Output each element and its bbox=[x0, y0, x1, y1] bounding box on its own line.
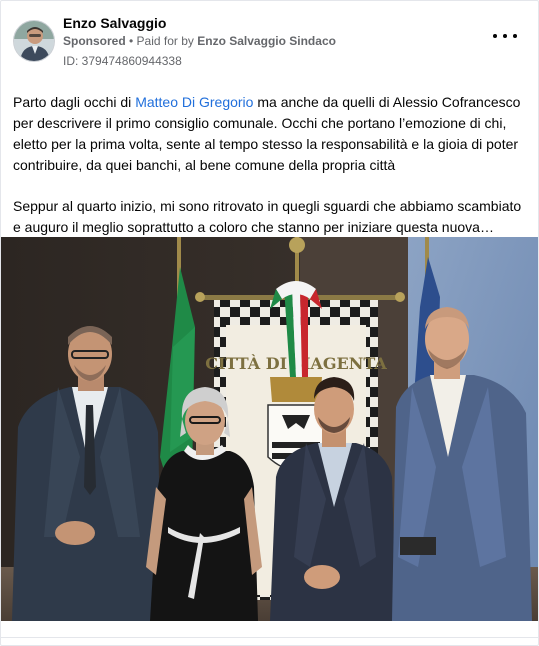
ad-id: ID: 379474860944338 bbox=[63, 54, 182, 68]
sponsored-post-card: Enzo Salvaggio Sponsored • Paid for by E… bbox=[0, 0, 539, 646]
more-horizontal-icon-dot bbox=[513, 34, 517, 38]
more-options-button[interactable] bbox=[493, 28, 517, 44]
group-photo-image: CITTÀ DI MAGENTA bbox=[0, 237, 539, 621]
author-name[interactable]: Enzo Salvaggio bbox=[63, 15, 166, 31]
paid-for-by-link[interactable]: Enzo Salvaggio Sindaco bbox=[197, 34, 336, 48]
sponsor-line: Sponsored • Paid for by Enzo Salvaggio S… bbox=[63, 34, 336, 48]
post-photo[interactable]: CITTÀ DI MAGENTA bbox=[0, 237, 539, 621]
paid-for-prefix: Paid for by bbox=[136, 34, 198, 48]
mention-link[interactable]: Matteo Di Gregorio bbox=[135, 94, 253, 110]
post-paragraph-1: Parto dagli occhi di Matteo Di Gregorio … bbox=[13, 92, 529, 176]
author-avatar[interactable] bbox=[13, 20, 55, 62]
avatar-photo-icon bbox=[14, 21, 54, 61]
meta-separator: • bbox=[125, 34, 137, 48]
post-text: Parto dagli occhi di Matteo Di Gregorio … bbox=[13, 92, 529, 238]
more-horizontal-icon-dot bbox=[503, 34, 507, 38]
more-horizontal-icon bbox=[493, 34, 497, 38]
sponsored-label[interactable]: Sponsored bbox=[63, 34, 126, 48]
paragraph-1-start: Parto dagli occhi di bbox=[13, 94, 136, 110]
post-paragraph-2: Seppur al quarto inizio, mi sono ritrova… bbox=[13, 198, 522, 235]
post-header: Enzo Salvaggio Sponsored • Paid for by E… bbox=[13, 15, 527, 68]
card-divider bbox=[0, 637, 539, 638]
